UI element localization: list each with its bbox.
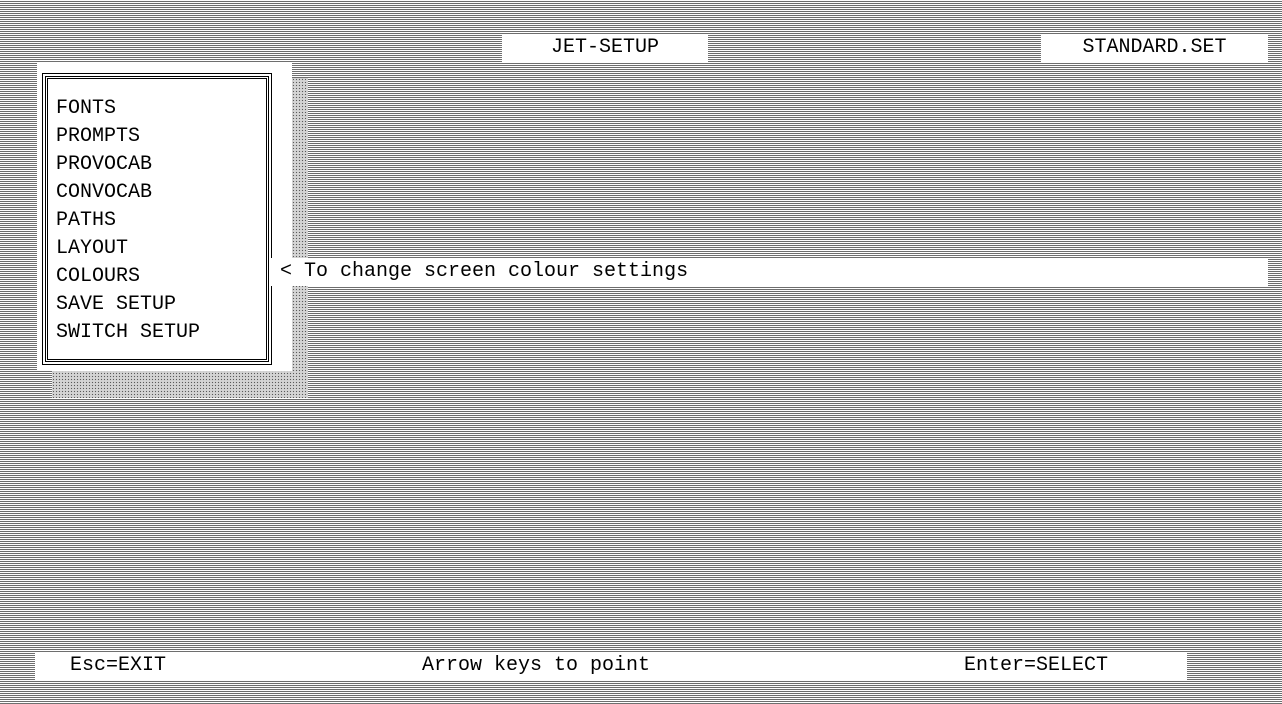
enter-select-hint: Enter=SELECT — [964, 654, 1109, 677]
status-bar: Esc=EXIT Arrow keys to point Enter=SELEC… — [35, 652, 1187, 680]
menu-item-provocab[interactable]: PROVOCAB — [56, 151, 200, 179]
menu-frame: FONTS PROMPTS PROVOCAB CONVOCAB PATHS LA… — [42, 73, 272, 365]
help-text: < To change screen colour settings — [270, 258, 1268, 286]
menu-item-fonts[interactable]: FONTS — [56, 95, 200, 123]
menu-item-switch-setup[interactable]: SWITCH SETUP — [56, 319, 200, 347]
arrow-keys-hint: Arrow keys to point — [422, 654, 651, 677]
main-menu: FONTS PROMPTS PROVOCAB CONVOCAB PATHS LA… — [37, 62, 292, 371]
menu-item-paths[interactable]: PATHS — [56, 207, 200, 235]
esc-exit-hint: Esc=EXIT — [70, 654, 167, 677]
menu-item-colours[interactable]: COLOURS — [56, 263, 200, 291]
menu-item-convocab[interactable]: CONVOCAB — [56, 179, 200, 207]
menu-item-layout[interactable]: LAYOUT — [56, 235, 200, 263]
app-title: JET-SETUP — [502, 34, 708, 62]
setup-file-name: STANDARD.SET — [1041, 34, 1268, 62]
menu-item-save-setup[interactable]: SAVE SETUP — [56, 291, 200, 319]
menu-list: FONTS PROMPTS PROVOCAB CONVOCAB PATHS LA… — [56, 95, 200, 347]
menu-item-prompts[interactable]: PROMPTS — [56, 123, 200, 151]
